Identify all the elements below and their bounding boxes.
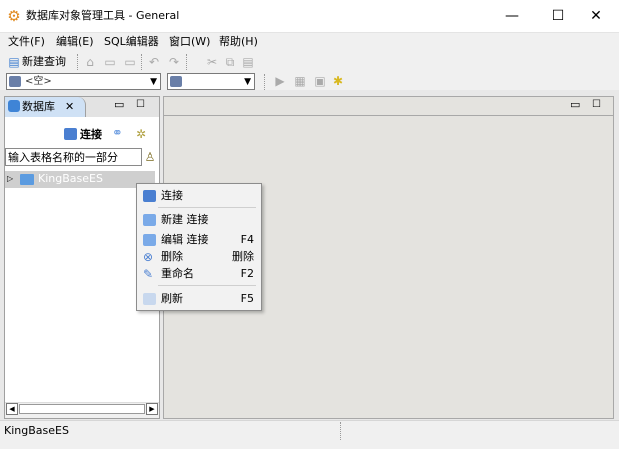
- minimize-button[interactable]: —: [489, 0, 535, 32]
- status-text: KingBaseES: [4, 424, 69, 437]
- database-combo[interactable]: ▼: [167, 73, 255, 90]
- menu-bar: 文件(F) 编辑(E) SQL编辑器 窗口(W) 帮助(H): [0, 32, 619, 51]
- scroll-left-icon[interactable]: ◀: [6, 403, 18, 415]
- folder-icon: [20, 174, 34, 185]
- tree-item-label: KingBaseES: [38, 172, 103, 185]
- menu-sql-editor[interactable]: SQL编辑器: [104, 35, 159, 49]
- chevron-down-icon: ▼: [244, 77, 251, 87]
- copy-icon[interactable]: ⧉: [222, 54, 238, 70]
- status-separator: [340, 422, 342, 440]
- menu-separator: [158, 207, 256, 208]
- rename-icon: ✎: [143, 267, 154, 281]
- connect-button[interactable]: 连接: [80, 128, 102, 142]
- open-icon[interactable]: ⌂: [82, 54, 98, 70]
- chevron-down-icon: ▼: [150, 77, 157, 87]
- connect-icon: [64, 128, 77, 140]
- paste-icon[interactable]: ▤: [240, 54, 256, 70]
- view-minimize-button[interactable]: ▭: [114, 98, 124, 112]
- toolbar-separator: [264, 74, 266, 90]
- status-bar: [0, 420, 619, 449]
- filter-icon[interactable]: ♙: [142, 149, 158, 165]
- view-maximize-button[interactable]: ☐: [136, 98, 145, 112]
- database-icon: [9, 76, 21, 87]
- delete-icon: ⊗: [143, 250, 154, 264]
- context-menu-item-rename[interactable]: 重命名: [161, 267, 194, 281]
- toolbar-separator: [77, 54, 79, 70]
- tab-close-icon[interactable]: ✕: [65, 100, 74, 114]
- database-icon: [8, 100, 20, 112]
- window-title: 数据库对象管理工具 - General: [26, 9, 180, 22]
- menu-separator: [158, 285, 256, 286]
- expand-arrow-icon[interactable]: ▷: [7, 173, 13, 185]
- connection-combo[interactable]: <空> ▼: [6, 73, 161, 90]
- new-query-button[interactable]: 新建查询: [22, 55, 66, 69]
- new-query-icon: ▤: [8, 55, 20, 69]
- save-all-icon[interactable]: ▭: [122, 54, 138, 70]
- refresh-icon: [143, 293, 156, 305]
- shortcut-label: F2: [240, 267, 254, 280]
- app-gear-icon: ⚙: [7, 7, 21, 25]
- toolbar: ▤ 新建查询 ⌂ ▭ ▭ ↶ ↷ ✂ ⧉ ▤ <空> ▼ ▼ ▶ ▦ ▣ ✱: [0, 50, 619, 90]
- context-menu-item-refresh[interactable]: 刷新: [161, 292, 183, 306]
- redo-icon[interactable]: ↷: [166, 54, 182, 70]
- context-menu-item-delete[interactable]: 删除: [161, 250, 183, 264]
- edit-connection-icon: [143, 234, 156, 246]
- database-view-tab-label: 数据库: [22, 100, 55, 113]
- undo-icon[interactable]: ↶: [146, 54, 162, 70]
- context-menu-item-connect[interactable]: 连接: [161, 189, 183, 203]
- menu-help[interactable]: 帮助(H): [219, 35, 258, 49]
- editor-maximize-button[interactable]: ☐: [592, 98, 601, 112]
- new-connection-icon: [143, 214, 156, 226]
- cut-icon[interactable]: ✂: [204, 54, 220, 70]
- close-button[interactable]: ✕: [573, 0, 619, 32]
- scrollbar-thumb[interactable]: [19, 404, 145, 414]
- editor-minimize-button[interactable]: ▭: [570, 98, 580, 112]
- scroll-right-icon[interactable]: ▶: [146, 403, 158, 415]
- explain-icon[interactable]: ▦: [292, 73, 308, 89]
- settings-icon[interactable]: ✲: [136, 127, 146, 141]
- link-icon[interactable]: ⚭: [112, 127, 123, 141]
- debug-bug-icon[interactable]: ✱: [330, 73, 346, 89]
- editor-tab-strip: [164, 97, 613, 116]
- format-icon[interactable]: ▣: [312, 73, 328, 89]
- context-menu-item-edit-connection[interactable]: 编辑 连接: [161, 233, 209, 247]
- menu-window[interactable]: 窗口(W): [169, 35, 210, 49]
- toolbar-separator: [141, 54, 143, 70]
- connection-combo-value: <空>: [25, 76, 52, 87]
- database-icon: [170, 76, 182, 87]
- shortcut-label: F4: [240, 233, 254, 246]
- context-menu-item-new-connection[interactable]: 新建 连接: [161, 213, 209, 227]
- table-filter-input[interactable]: [5, 148, 142, 166]
- save-icon[interactable]: ▭: [102, 54, 118, 70]
- menu-edit[interactable]: 编辑(E): [56, 35, 94, 49]
- shortcut-label: 删除: [232, 250, 254, 263]
- menu-file[interactable]: 文件(F): [8, 35, 45, 49]
- connect-icon: [143, 190, 156, 202]
- shortcut-label: F5: [240, 292, 254, 305]
- run-icon[interactable]: ▶: [272, 73, 288, 89]
- toolbar-separator: [186, 54, 188, 70]
